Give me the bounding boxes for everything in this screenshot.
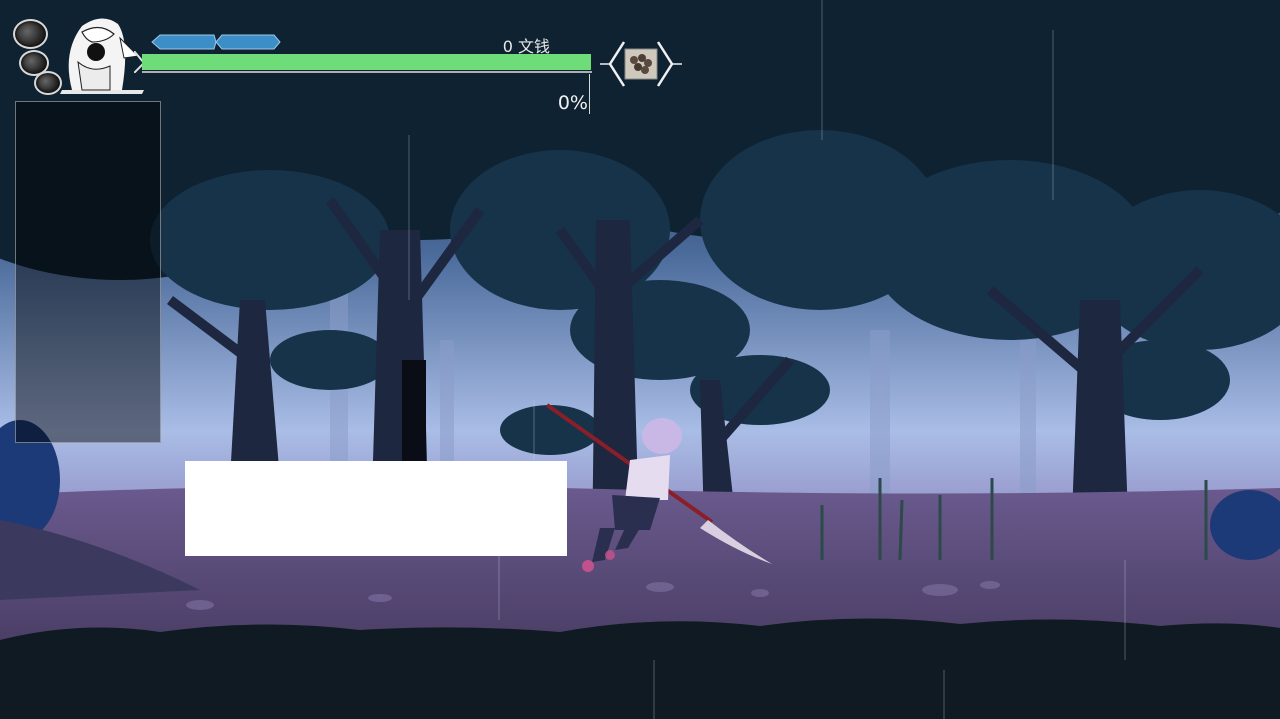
item-slot[interactable]	[600, 40, 682, 90]
money-counter: 0 文钱	[502, 37, 550, 56]
skill-orb-1	[13, 19, 48, 49]
stamina-pips	[151, 34, 281, 50]
progress-divider	[589, 74, 590, 114]
minimap-panel	[15, 101, 161, 443]
game-scene: 0 文钱 0%	[0, 0, 1280, 719]
character-portrait-icon	[60, 18, 144, 94]
dialog-box	[185, 461, 567, 556]
progress-percent: 0%	[557, 92, 588, 114]
